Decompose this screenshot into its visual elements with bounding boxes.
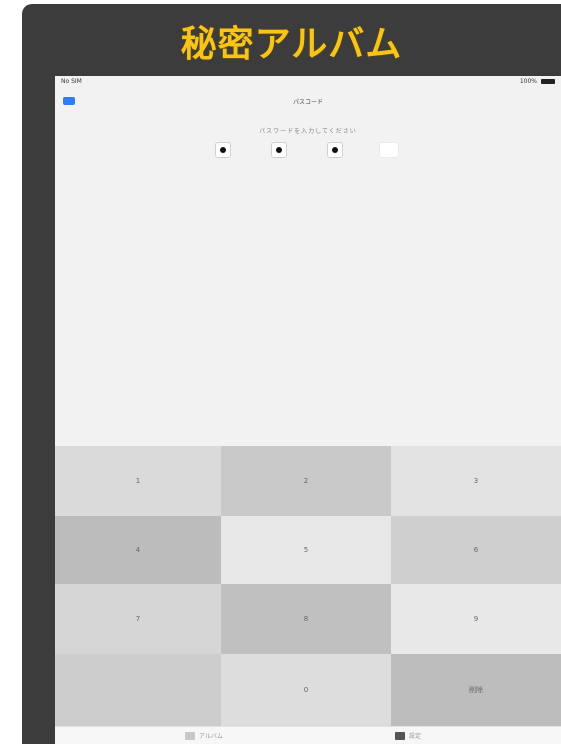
tab-settings-label: 設定 (409, 733, 422, 740)
delete-button[interactable]: 削除 (391, 654, 561, 726)
app-frame: 秘密アルバム No SIM 100% パスコード パスワードを入力してください … (22, 4, 561, 744)
number-keypad: 1 2 3 4 5 6 7 8 9 0 削除 (55, 446, 561, 726)
tab-album[interactable]: アルバム (185, 731, 223, 740)
key-0[interactable]: 0 (221, 654, 391, 726)
tab-settings[interactable]: 設定 (395, 731, 421, 740)
nav-title: パスコード (292, 99, 323, 106)
navigation-bar: パスコード (55, 86, 561, 114)
key-3[interactable]: 3 (391, 446, 561, 516)
key-8[interactable]: 8 (221, 584, 391, 654)
key-1[interactable]: 1 (55, 446, 221, 516)
key-5[interactable]: 5 (221, 516, 391, 584)
key-2[interactable]: 2 (221, 446, 391, 516)
key-4[interactable]: 4 (55, 516, 221, 584)
tab-album-label: アルバム (199, 733, 223, 740)
passcode-slot (215, 142, 231, 158)
key-blank (55, 654, 221, 726)
battery-icon (541, 79, 555, 84)
device-screen: No SIM 100% パスコード パスワードを入力してください 1 2 3 4… (55, 76, 561, 744)
carrier-text: No SIM (61, 78, 82, 85)
settings-icon (395, 731, 405, 740)
passcode-slot-empty (379, 142, 399, 158)
key-6[interactable]: 6 (391, 516, 561, 584)
tab-bar: アルバム 設定 (55, 726, 561, 744)
passcode-slot (271, 142, 287, 158)
passcode-slot (327, 142, 343, 158)
key-9[interactable]: 9 (391, 584, 561, 654)
passcode-dot-filled (220, 147, 226, 153)
status-bar: No SIM 100% (55, 76, 561, 86)
passcode-dot-filled (332, 147, 338, 153)
passcode-dot-filled (276, 147, 282, 153)
passcode-prompt: パスワードを入力してください (259, 128, 357, 135)
album-icon (185, 731, 195, 740)
passcode-dots (55, 142, 561, 162)
battery-text: 100% (519, 78, 537, 85)
banner-title: 秘密アルバム (180, 24, 403, 65)
key-7[interactable]: 7 (55, 584, 221, 654)
